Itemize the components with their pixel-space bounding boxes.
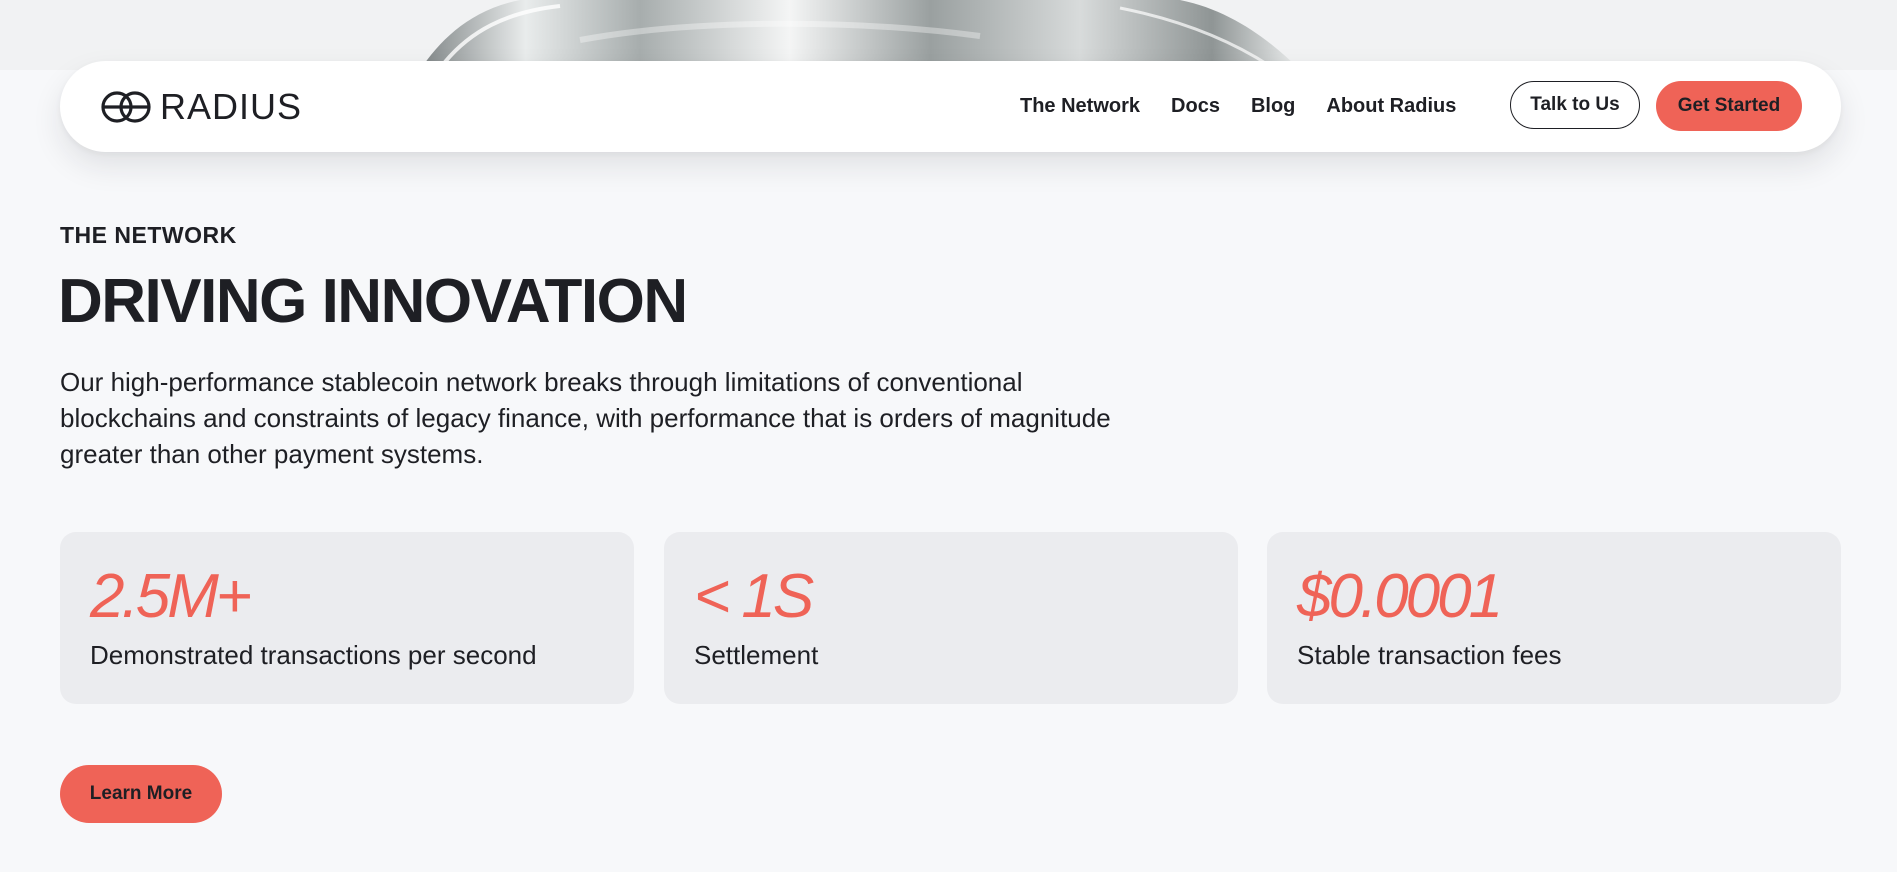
get-started-button[interactable]: Get Started	[1656, 81, 1802, 131]
stat-value: < 1S	[694, 562, 814, 631]
section-description: Our high-performance stablecoin network …	[60, 367, 1111, 469]
stat-label: Demonstrated transactions per second	[90, 640, 537, 670]
top-navbar: RADIUS The Network Docs Blog About Radiu…	[60, 61, 1841, 152]
nav-link-blog[interactable]: Blog	[1251, 95, 1295, 118]
nav-link-docs[interactable]: Docs	[1171, 95, 1220, 118]
brand-name: RADIUS	[160, 86, 303, 127]
learn-more-button[interactable]: Learn More	[60, 765, 222, 823]
talk-to-us-button[interactable]: Talk to Us	[1510, 81, 1640, 129]
stat-value: $0.0001	[1297, 562, 1503, 631]
section-eyebrow: THE NETWORK	[60, 222, 237, 248]
stat-label: Stable transaction fees	[1297, 640, 1562, 670]
section-headline: DRIVING INNOVATION	[58, 267, 688, 336]
nav-link-the-network[interactable]: The Network	[1020, 95, 1140, 118]
stat-label: Settlement	[694, 640, 819, 670]
hero-image-strip	[0, 0, 1897, 70]
nav-links: The Network Docs Blog About Radius	[1020, 61, 1487, 152]
stat-value: 2.5M+	[90, 562, 252, 631]
nav-link-about-radius[interactable]: About Radius	[1326, 95, 1456, 118]
interlocking-rings-icon	[101, 91, 151, 123]
brand-logo[interactable]: RADIUS	[100, 87, 302, 127]
stat-card-fees: $0.0001 Stable transaction fees	[1267, 532, 1841, 704]
stat-card-settlement: < 1S Settlement	[664, 532, 1238, 704]
stat-card-throughput: 2.5M+ Demonstrated transactions per seco…	[60, 532, 634, 704]
chrome-sculpture-image	[420, 0, 1300, 70]
